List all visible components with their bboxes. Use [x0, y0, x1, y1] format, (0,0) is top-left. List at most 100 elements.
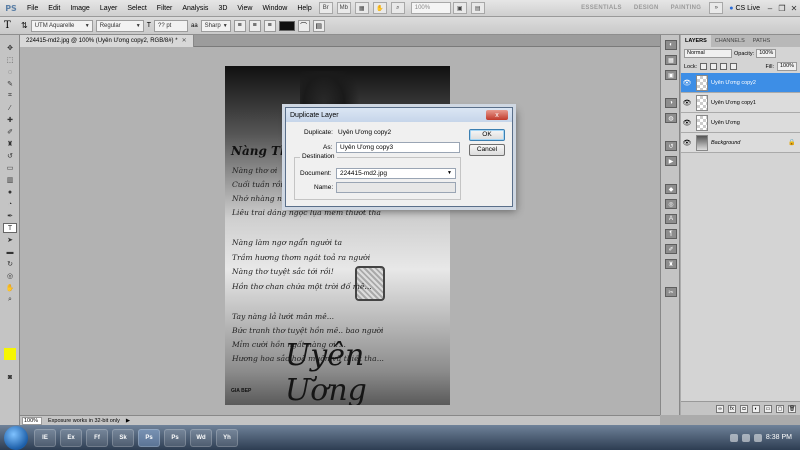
cs-live-button[interactable]: ● CS Live [725, 5, 764, 12]
taskbar-app[interactable]: Ff [86, 428, 108, 447]
taskbar-app[interactable]: Yh [216, 428, 238, 447]
restore-icon[interactable]: ❐ [776, 4, 788, 13]
zoom-level[interactable]: 100% [410, 2, 451, 14]
menu-layer[interactable]: Layer [95, 0, 123, 17]
lock-transparent-icon[interactable] [700, 63, 708, 70]
brush-tool-icon[interactable]: ✐ [3, 127, 17, 137]
character-panel-icon[interactable]: A [665, 214, 677, 224]
3d-rotate-tool-icon[interactable]: ↻ [3, 259, 17, 269]
dialog-titlebar[interactable]: Duplicate Layer x [286, 108, 512, 122]
workspace-design[interactable]: DESIGN [628, 5, 665, 11]
menu-3d[interactable]: 3D [213, 0, 232, 17]
menu-view[interactable]: View [232, 0, 257, 17]
hand-tool-icon[interactable]: ✋ [372, 2, 387, 14]
status-zoom[interactable]: 100% [22, 416, 42, 425]
actions-panel-icon[interactable]: ▶ [665, 156, 677, 166]
navigator-panel-icon[interactable]: ◎ [665, 199, 677, 209]
align-right-button[interactable]: ≡ [263, 19, 276, 32]
taskbar-app[interactable]: Wd [190, 428, 212, 447]
minibridge-icon[interactable]: Mb [336, 2, 351, 14]
healing-brush-tool-icon[interactable]: ✚ [3, 115, 17, 125]
brushes-panel-icon[interactable]: ✐ [665, 244, 677, 254]
3d-panel-icon[interactable]: ◆ [665, 184, 677, 194]
adjustments-panel-icon[interactable]: ◑ [665, 98, 677, 108]
taskbar-app[interactable]: Ps [164, 428, 186, 447]
zoom-tool-icon[interactable]: ⌕ [390, 2, 405, 14]
delete-layer-icon[interactable]: 🗑 [788, 404, 796, 413]
taskbar-app[interactable]: IE [34, 428, 56, 447]
masks-panel-icon[interactable]: ◍ [665, 113, 677, 123]
as-name-input[interactable]: Uyên Ương copy3 [336, 142, 460, 153]
paragraph-panel-icon[interactable]: ¶ [665, 229, 677, 239]
add-mask-icon[interactable]: ◘ [740, 404, 748, 413]
minimize-icon[interactable]: – [764, 4, 776, 13]
styles-panel-icon[interactable]: ▣ [665, 70, 677, 80]
quick-select-tool-icon[interactable]: ✎ [3, 79, 17, 89]
pen-tool-icon[interactable]: ✒ [3, 211, 17, 221]
quick-mask-icon[interactable]: ◙ [3, 372, 17, 382]
zoom-tool-icon[interactable]: ⌕ [3, 295, 17, 305]
blend-mode-select[interactable]: Normal [684, 49, 732, 58]
eraser-tool-icon[interactable]: ▭ [3, 163, 17, 173]
document-tab[interactable]: 224415-md2.jpg @ 100% (Uyên Ương copy2, … [20, 35, 194, 47]
menu-select[interactable]: Select [122, 0, 151, 17]
name-input[interactable] [336, 182, 456, 193]
menu-window[interactable]: Window [257, 0, 292, 17]
color-panel-icon[interactable]: ◐ [665, 40, 677, 50]
character-panel-button[interactable]: ▤ [312, 19, 325, 32]
marquee-tool-icon[interactable]: ⬚ [3, 55, 17, 65]
align-left-button[interactable]: ≡ [233, 19, 246, 32]
clone-source-panel-icon[interactable]: ♜ [665, 259, 677, 269]
taskbar-app[interactable]: Sk [112, 428, 134, 447]
workspace-painting[interactable]: PAINTING [665, 5, 708, 11]
new-layer-icon[interactable]: ▢ [776, 404, 784, 413]
adjustment-layer-icon[interactable]: ◐ [752, 404, 760, 413]
menu-help[interactable]: Help [292, 0, 316, 17]
menu-image[interactable]: Image [65, 0, 94, 17]
start-button[interactable] [4, 425, 28, 450]
layer-row[interactable]: 👁 Uyên Ương [681, 113, 800, 133]
eye-icon[interactable]: 👁 [681, 119, 693, 127]
path-selection-tool-icon[interactable]: ➤ [3, 235, 17, 245]
eye-icon[interactable]: 👁 [681, 79, 693, 87]
move-tool-icon[interactable]: ✥ [3, 43, 17, 53]
clone-stamp-tool-icon[interactable]: ♜ [3, 139, 17, 149]
menu-edit[interactable]: Edit [43, 0, 65, 17]
taskbar-app[interactable]: Ex [60, 428, 82, 447]
blur-tool-icon[interactable]: ● [3, 187, 17, 197]
crop-tool-icon[interactable]: ⌗ [3, 91, 17, 101]
type-tool-icon[interactable]: T [3, 223, 17, 233]
status-arrow-icon[interactable]: ▶ [126, 418, 130, 424]
flag-icon[interactable] [753, 433, 762, 442]
dialog-close-button[interactable]: x [486, 110, 508, 120]
new-group-icon[interactable]: ▭ [764, 404, 772, 413]
tab-layers[interactable]: LAYERS [681, 35, 711, 47]
link-layers-icon[interactable]: ∞ [716, 404, 724, 413]
bridge-icon[interactable]: Br [318, 2, 333, 14]
warp-text-button[interactable]: ⌒ [297, 19, 310, 32]
volume-icon[interactable] [741, 433, 750, 442]
3d-orbit-tool-icon[interactable]: ◎ [3, 271, 17, 281]
gradient-tool-icon[interactable]: ▥ [3, 175, 17, 185]
lasso-tool-icon[interactable]: ◌ [3, 67, 17, 77]
orientation-toggle-icon[interactable]: ⇅ [21, 21, 28, 30]
foreground-color-swatch[interactable] [4, 348, 16, 360]
arrange-icon[interactable]: ▤ [470, 2, 485, 14]
layer-row[interactable]: 👁 Background 🔒 [681, 133, 800, 153]
screen-mode-icon[interactable]: ▣ [452, 2, 467, 14]
font-style-select[interactable]: Regular ▼ [95, 19, 144, 32]
clock[interactable]: 8:38 PM [766, 434, 792, 441]
history-panel-icon[interactable]: ↺ [665, 141, 677, 151]
more-workspaces-button[interactable]: » [709, 2, 724, 14]
eye-icon[interactable]: 👁 [681, 139, 693, 147]
font-size-select[interactable]: ?? pt [153, 19, 188, 32]
canvas-area[interactable]: Nàng Thơ Nàng thơ ơi Cuối tuần rồi Nhớ n… [20, 47, 660, 415]
tab-paths[interactable]: PATHS [749, 35, 775, 47]
eye-icon[interactable]: 👁 [681, 99, 693, 107]
layer-row[interactable]: 👁 Uyên Ương copy2 [681, 73, 800, 93]
opacity-input[interactable]: 100% [756, 49, 777, 58]
text-color-swatch[interactable] [278, 20, 295, 31]
layer-row[interactable]: 👁 Uyên Ương copy1 [681, 93, 800, 113]
anti-alias-select[interactable]: Sharp ▼ [200, 19, 231, 32]
lock-all-icon[interactable] [730, 63, 738, 70]
